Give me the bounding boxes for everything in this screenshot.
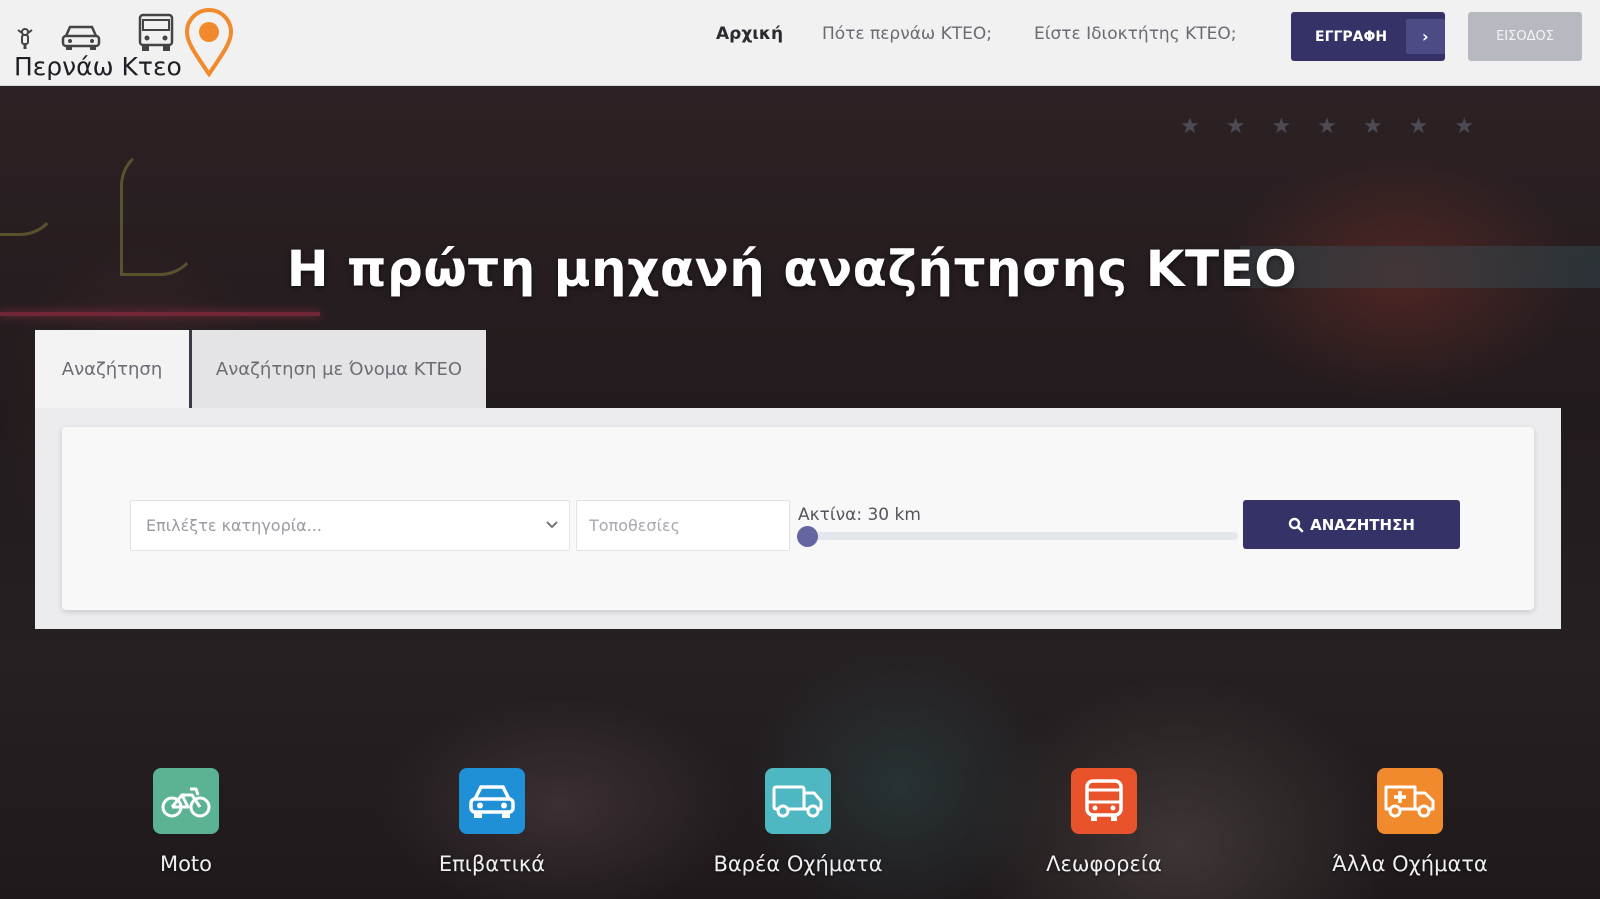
- stars-decoration: ★★★★★★★: [1180, 114, 1501, 139]
- logo-text: Περνάω Κτεο: [14, 52, 182, 81]
- category-moto[interactable]: Moto: [86, 768, 286, 876]
- category-select[interactable]: Επιλέξτε κατηγορία...: [130, 500, 570, 551]
- motorcycle-icon: [161, 787, 211, 818]
- login-button[interactable]: ΕΙΣΟΔΟΣ: [1468, 12, 1582, 61]
- car-icon: [469, 785, 515, 818]
- site-logo[interactable]: Περνάω Κτεο: [12, 8, 242, 84]
- map-pin-icon: [184, 8, 234, 78]
- category-tile: [1071, 768, 1137, 834]
- register-button[interactable]: ΕΓΓΡΑΦΗ ›: [1291, 12, 1445, 61]
- category-select-placeholder: Επιλέξτε κατηγορία...: [146, 516, 322, 535]
- radius-slider-track[interactable]: [800, 532, 1238, 540]
- search-tabs: Αναζήτηση Αναζήτηση με Όνομα ΚΤΕΟ: [35, 330, 486, 408]
- radius-label: Ακτίνα: 30 km: [798, 505, 921, 525]
- ambulance-icon: [1384, 785, 1435, 818]
- search-button-label: ΑΝΑΖΗΤΗΣΗ: [1310, 515, 1415, 534]
- neon-note-decoration: [0, 106, 60, 236]
- tab-search[interactable]: Αναζήτηση: [35, 330, 192, 408]
- category-buses[interactable]: Λεωφορεία: [1004, 768, 1204, 876]
- nav-link-when[interactable]: Πότε περνάω ΚΤΕΟ;: [822, 24, 992, 44]
- tab-search-by-name[interactable]: Αναζήτηση με Όνομα ΚΤΕΟ: [192, 330, 486, 408]
- category-label: Βαρέα Οχήματα: [713, 852, 883, 876]
- nav-link-owner[interactable]: Είστε Ιδιοκτήτης ΚΤΕΟ;: [1034, 24, 1236, 44]
- chevron-right-icon: ›: [1405, 19, 1445, 54]
- search-button[interactable]: ΑΝΑΖΗΤΗΣΗ: [1243, 500, 1460, 549]
- category-label: Λεωφορεία: [1046, 852, 1162, 876]
- chevron-down-icon: [546, 521, 558, 529]
- category-heavy-vehicles[interactable]: Βαρέα Οχήματα: [698, 768, 898, 876]
- category-label: Moto: [159, 852, 213, 876]
- bus-icon: [1085, 779, 1123, 821]
- category-other-vehicles[interactable]: Άλλα Οχήματα: [1310, 768, 1510, 876]
- category-tile: [459, 768, 525, 834]
- hero-title: Η πρώτη μηχανή αναζήτησης ΚΤΕΟ: [286, 240, 1298, 298]
- truck-icon: [138, 13, 174, 51]
- location-input[interactable]: [576, 500, 790, 551]
- category-tile: [1377, 768, 1443, 834]
- nav-link-home[interactable]: Αρχική: [716, 24, 783, 44]
- neon-decoration: [0, 312, 320, 316]
- category-tile: [153, 768, 219, 834]
- category-label: Επιβατικά: [438, 852, 546, 876]
- truck-icon: [772, 785, 823, 818]
- category-passenger[interactable]: Επιβατικά: [392, 768, 592, 876]
- category-label: Άλλα Οχήματα: [1332, 852, 1488, 876]
- register-button-label: ΕΓΓΡΑΦΗ: [1315, 28, 1388, 45]
- site-header: Περνάω Κτεο Αρχική Πότε περνάω ΚΤΕΟ; Είσ…: [0, 0, 1600, 86]
- category-tile: [765, 768, 831, 834]
- search-icon: [1288, 517, 1304, 532]
- car-icon: [61, 25, 101, 50]
- radius-slider-handle[interactable]: [797, 526, 818, 547]
- motorcycle-icon: [17, 28, 33, 49]
